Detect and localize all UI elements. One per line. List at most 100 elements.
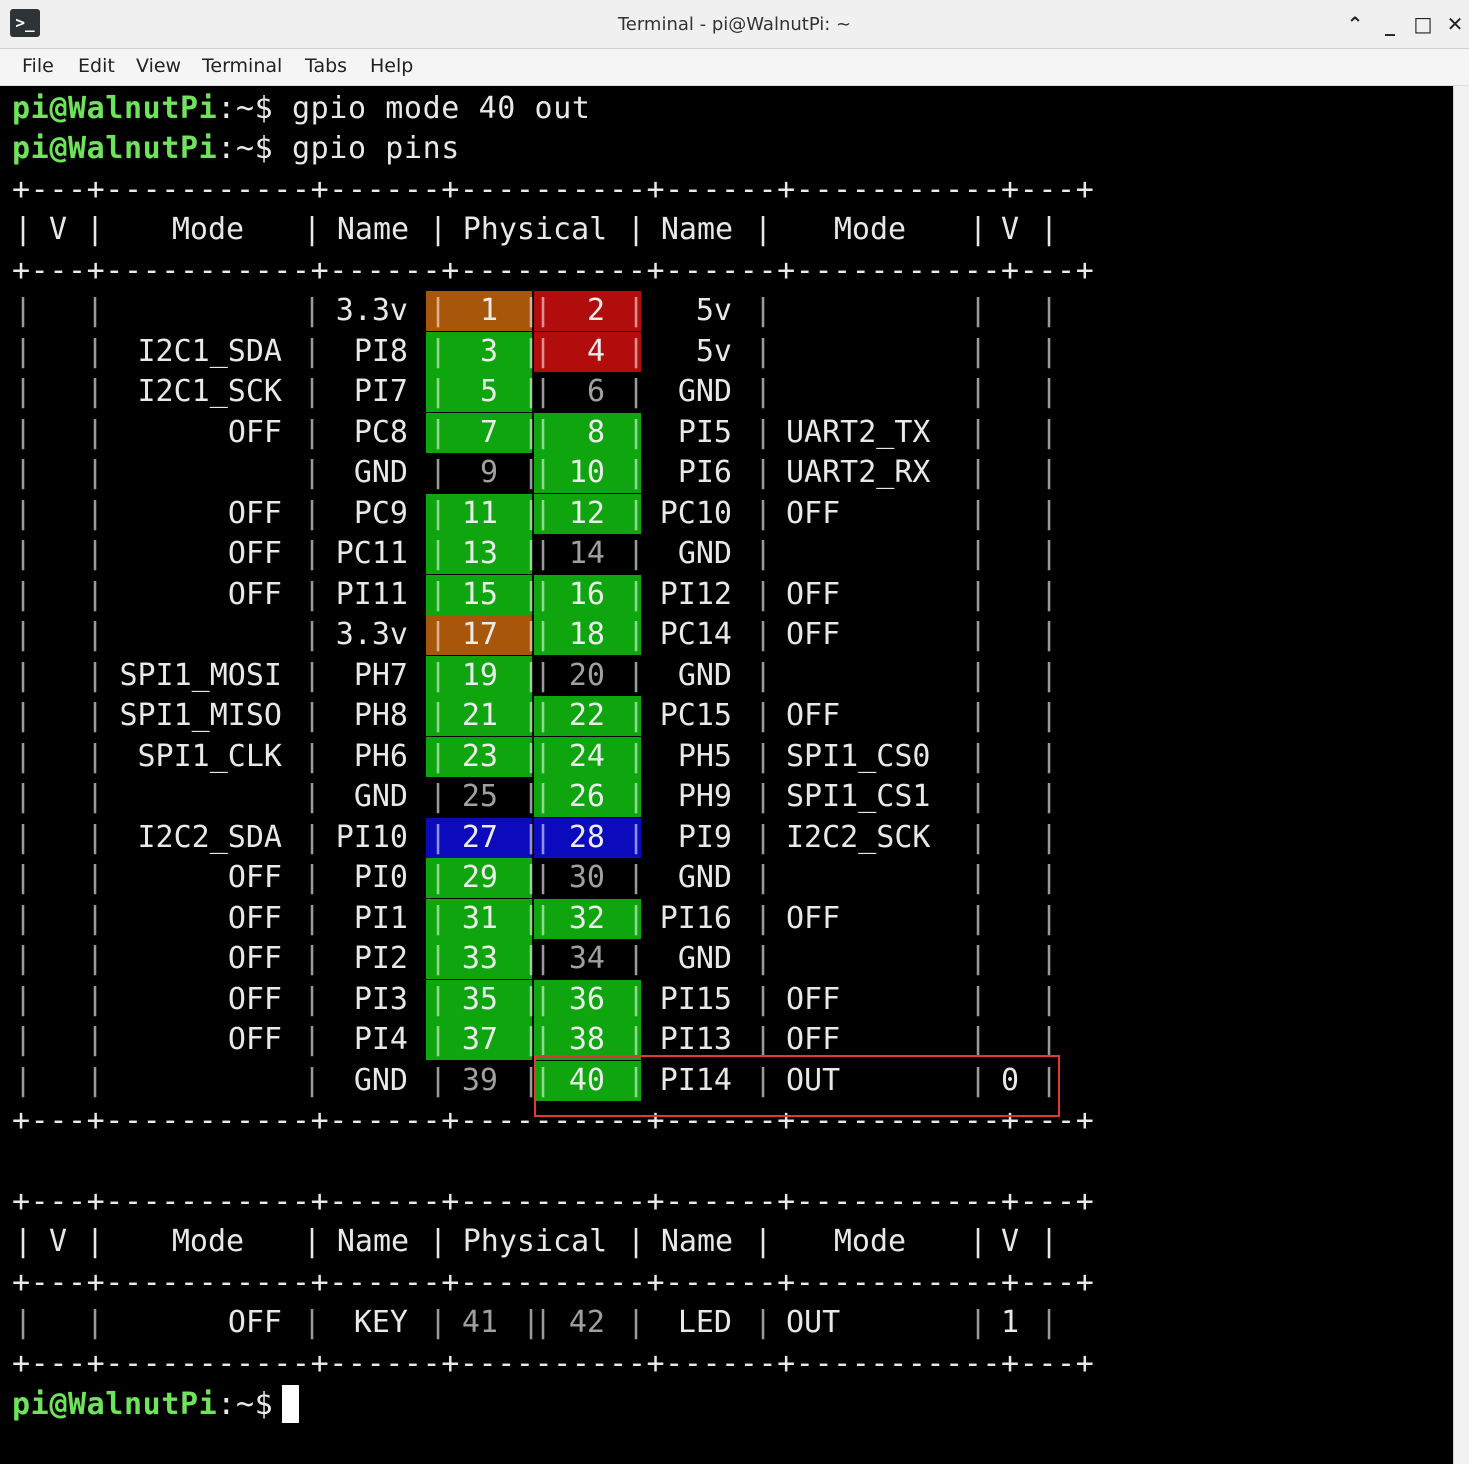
right-v <box>985 980 1035 1020</box>
right-name: PC10 <box>659 495 732 531</box>
left-name: PI10 <box>335 819 408 855</box>
window-title: Terminal - pi@WalnutPi: ~ <box>617 14 852 35</box>
right-pin: 36 <box>568 981 605 1017</box>
table-separator: | <box>14 738 33 774</box>
left-pin: 23 <box>461 738 498 774</box>
right-v: 1 <box>1000 1305 1020 1340</box>
right-mode <box>786 939 976 979</box>
menu-help[interactable]: Help <box>370 55 413 77</box>
left-pin: 41 <box>461 1305 498 1340</box>
right-mode: OFF <box>786 698 841 733</box>
right-pin: 10 <box>568 455 605 490</box>
right-pin: 4 <box>586 333 605 369</box>
right-mode: OUT <box>786 1305 841 1340</box>
right-mode: OFF <box>786 576 841 612</box>
table-separator: | <box>754 576 773 612</box>
left-name: PI1 <box>353 900 408 936</box>
minimize-icon[interactable]: _ <box>1375 10 1405 38</box>
right-pin: 2 <box>586 293 605 328</box>
menu-view[interactable]: View <box>136 55 181 77</box>
table-separator: | <box>14 374 33 409</box>
menu-edit[interactable]: Edit <box>78 55 115 77</box>
left-pin: 7 <box>479 414 498 450</box>
table-separator: | <box>754 1022 773 1057</box>
right-name: GND <box>677 941 732 976</box>
right-pin: 42 <box>568 1305 605 1340</box>
close-icon[interactable]: ✕ <box>1440 10 1469 38</box>
right-mode: I2C2_SCK <box>786 819 931 855</box>
header-v: V <box>1000 212 1020 247</box>
left-name: PI4 <box>353 1022 408 1057</box>
right-mode: SPI1_CS1 <box>786 779 931 814</box>
left-pin: 33 <box>461 941 498 976</box>
left-name: PI2 <box>353 941 408 976</box>
table-separator: | <box>14 212 33 247</box>
table-separator: | <box>14 1305 33 1340</box>
command-text: gpio mode 40 out <box>291 91 591 126</box>
table-separator: | <box>754 900 773 936</box>
scrollbar[interactable] <box>1453 86 1469 1464</box>
table-separator: | <box>1040 414 1059 450</box>
right-mode: OFF <box>786 495 841 531</box>
left-name: PC9 <box>353 495 408 531</box>
menu-terminal[interactable]: Terminal <box>202 55 282 77</box>
prompt-dollar: $ <box>254 131 274 166</box>
header-mode: Mode <box>171 1224 245 1259</box>
left-mode: OFF <box>227 536 282 571</box>
maximize-icon[interactable]: □ <box>1408 10 1438 38</box>
table-separator: | <box>1040 536 1059 571</box>
table-separator: | <box>14 819 33 855</box>
right-mode <box>786 372 976 412</box>
right-name: GND <box>677 374 732 409</box>
left-name: PH7 <box>353 657 408 693</box>
table-separator: | <box>14 1022 33 1057</box>
left-name: PC8 <box>353 414 408 450</box>
right-name: GND <box>677 657 732 693</box>
menu-file[interactable]: File <box>22 55 54 77</box>
right-name: PH9 <box>677 779 732 814</box>
right-mode <box>786 534 976 574</box>
table-separator: | <box>1040 900 1059 936</box>
table-separator: | <box>1040 779 1059 814</box>
shade-window-icon[interactable]: ⌃ <box>1340 10 1370 38</box>
right-v <box>985 575 1035 615</box>
prompt-user: pi@WalnutPi <box>12 131 218 166</box>
menu-tabs[interactable]: Tabs <box>305 55 347 77</box>
right-v <box>985 332 1035 372</box>
table-separator: | <box>1040 1022 1059 1057</box>
left-mode: SPI1_CLK <box>137 738 283 774</box>
right-mode: SPI1_CS0 <box>786 738 931 774</box>
table-separator: | <box>754 819 773 855</box>
right-name: PC14 <box>659 617 732 652</box>
right-mode: UART2_TX <box>786 414 931 450</box>
prompt-user: pi@WalnutPi <box>12 91 218 126</box>
right-v <box>985 494 1035 534</box>
right-name: PI12 <box>659 576 732 612</box>
right-pin: 26 <box>568 779 605 814</box>
highlight-box <box>534 1055 1060 1117</box>
left-name: 3.3v <box>335 617 408 652</box>
table-separator: | <box>754 779 773 814</box>
table-separator: | <box>1040 738 1059 774</box>
left-name: PH6 <box>353 738 408 774</box>
table-separator: | <box>14 981 33 1017</box>
left-name: PI3 <box>353 981 408 1017</box>
left-mode: OFF <box>227 495 282 531</box>
table-separator: | <box>14 495 33 531</box>
header-mode: Mode <box>833 1224 907 1259</box>
table-separator: | <box>1040 576 1059 612</box>
table-border: +---+-----------+------+----------+-----… <box>12 253 1095 288</box>
table-separator: | <box>1040 374 1059 409</box>
right-pin: 14 <box>568 536 605 571</box>
right-v <box>985 899 1035 939</box>
table-separator: | <box>754 536 773 571</box>
right-mode <box>786 656 976 696</box>
right-pin: 38 <box>568 1022 605 1057</box>
table-separator: | <box>1040 941 1059 976</box>
table-separator: | <box>1040 212 1059 247</box>
table-separator: | <box>14 900 33 936</box>
right-mode: OFF <box>786 1022 841 1057</box>
left-pin: 35 <box>461 981 498 1017</box>
left-pin: 1 <box>479 293 498 328</box>
table-separator: | <box>1040 455 1059 490</box>
